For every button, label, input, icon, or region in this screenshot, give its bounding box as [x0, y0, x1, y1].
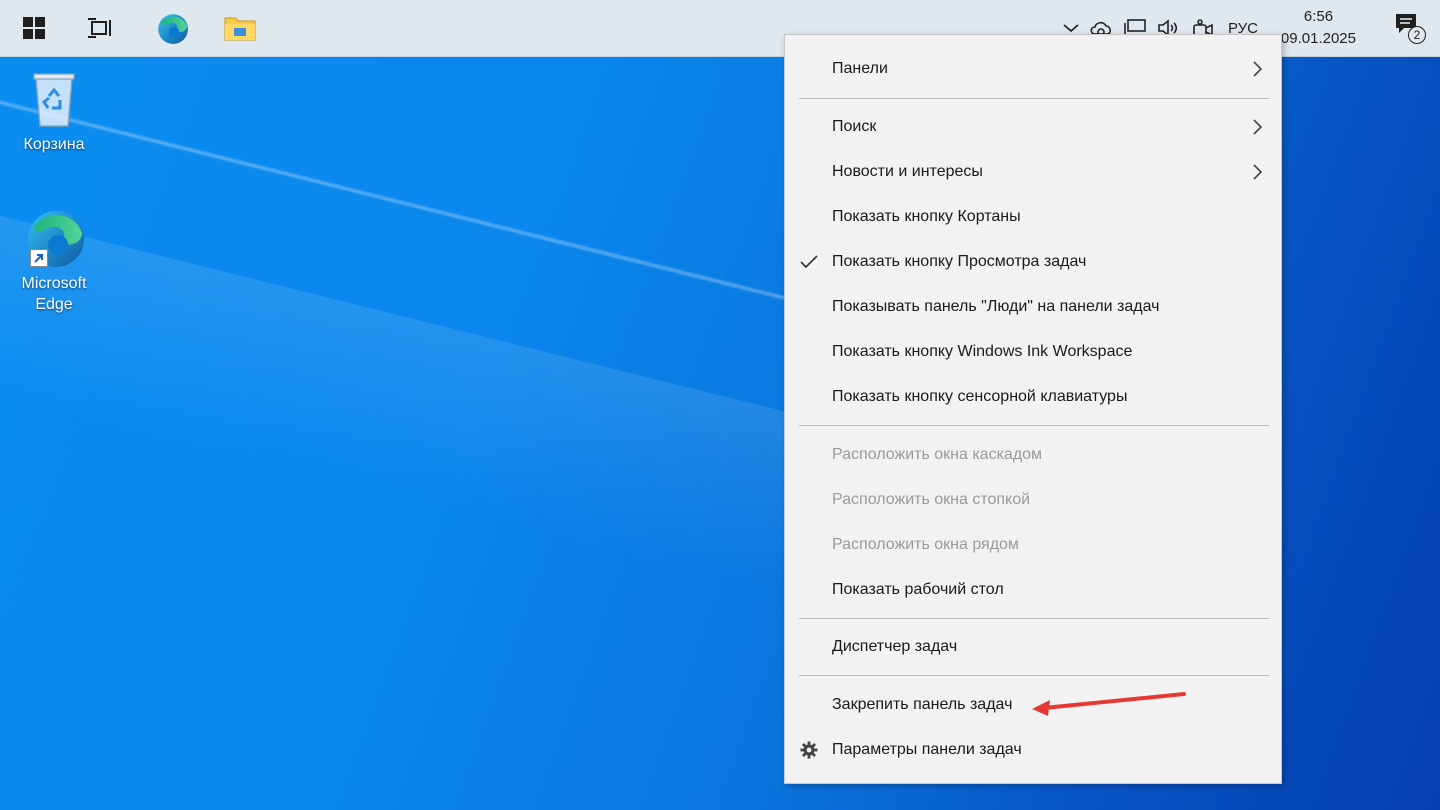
clock-date: 09.01.2025: [1280, 30, 1356, 47]
menu-item-label: Показывать панель "Люди" на панели задач: [832, 298, 1160, 315]
task-view-icon[interactable]: [82, 10, 118, 46]
menu-item-label: Поиск: [832, 118, 877, 135]
menu-item-label: Показать кнопку сенсорной клавиатуры: [832, 388, 1128, 405]
menu-item-label: Панели: [832, 60, 888, 77]
windows-start-icon[interactable]: [16, 10, 52, 46]
menu-item-label: Расположить окна стопкой: [832, 491, 1031, 508]
file-explorer-icon[interactable]: [222, 10, 258, 46]
menu-item-label: Расположить окна каскадом: [832, 446, 1043, 463]
edge-icon[interactable]: [154, 10, 190, 46]
recycle-bin-icon: [22, 66, 86, 130]
menu-item-label: Диспетчер задач: [832, 638, 958, 655]
menu-item-label: Параметры панели задач: [832, 741, 1022, 758]
notification-count-badge: 2: [1408, 26, 1426, 44]
desktop-icon-label-line1: Microsoft: [21, 275, 87, 292]
menu-item-news-and-interests[interactable]: Новости и интересы: [785, 152, 1281, 192]
menu-item-label: Новости и интересы: [832, 163, 983, 180]
menu-item-label: Показать кнопку Просмотра задач: [832, 253, 1087, 270]
edge-icon: [22, 205, 86, 269]
clock[interactable]: 6:56 09.01.2025: [1281, 6, 1356, 50]
menu-item-side-by-side-windows: Расположить окна рядом: [785, 525, 1281, 565]
shortcut-arrow-icon: [30, 249, 48, 267]
menu-item-stack-windows: Расположить окна стопкой: [785, 480, 1281, 520]
chevron-right-icon: [1247, 162, 1267, 182]
action-center-button[interactable]: 2: [1394, 12, 1426, 46]
desktop-icon-label-line2: Edge: [35, 296, 73, 313]
desktop-icon-label: Корзина: [23, 136, 85, 153]
desktop-icon-microsoft-edge[interactable]: Microsoft Edge: [9, 205, 99, 315]
menu-item-show-desktop[interactable]: Показать рабочий стол: [785, 570, 1281, 610]
checkmark-icon: [799, 252, 819, 272]
chevron-right-icon: [1247, 117, 1267, 137]
gear-icon: [799, 740, 819, 760]
menu-item-show-task-view-button[interactable]: Показать кнопку Просмотра задач: [785, 242, 1281, 282]
menu-item-show-cortana-button[interactable]: Показать кнопку Кортаны: [785, 197, 1281, 237]
menu-item-task-manager[interactable]: Диспетчер задач: [785, 627, 1281, 667]
menu-item-search[interactable]: Поиск: [785, 107, 1281, 147]
menu-separator: [799, 425, 1269, 426]
menu-separator: [799, 675, 1269, 676]
menu-separator: [799, 618, 1269, 619]
clock-time: 6:56: [1303, 8, 1334, 25]
menu-item-label: Показать рабочий стол: [832, 581, 1004, 598]
desktop-icon-recycle-bin[interactable]: Корзина: [9, 66, 99, 155]
menu-item-label: Расположить окна рядом: [832, 536, 1019, 553]
menu-item-taskbar-settings[interactable]: Параметры панели задач: [785, 730, 1281, 770]
menu-separator: [799, 98, 1269, 99]
annotation-arrow: [1032, 692, 1186, 716]
taskbar-context-menu: Панели Поиск Новости и интересы Показать…: [784, 34, 1282, 784]
menu-item-cascade-windows: Расположить окна каскадом: [785, 435, 1281, 475]
menu-item-show-windows-ink-button[interactable]: Показать кнопку Windows Ink Workspace: [785, 332, 1281, 372]
menu-item-label: Показать кнопку Кортаны: [832, 208, 1021, 225]
menu-item-panels[interactable]: Панели: [785, 49, 1281, 89]
menu-item-show-touch-keyboard-button[interactable]: Показать кнопку сенсорной клавиатуры: [785, 377, 1281, 417]
menu-item-label: Показать кнопку Windows Ink Workspace: [832, 343, 1133, 360]
chevron-right-icon: [1247, 59, 1267, 79]
menu-item-label: Закрепить панель задач: [832, 696, 1013, 713]
menu-item-show-people-bar[interactable]: Показывать панель "Люди" на панели задач: [785, 287, 1281, 327]
